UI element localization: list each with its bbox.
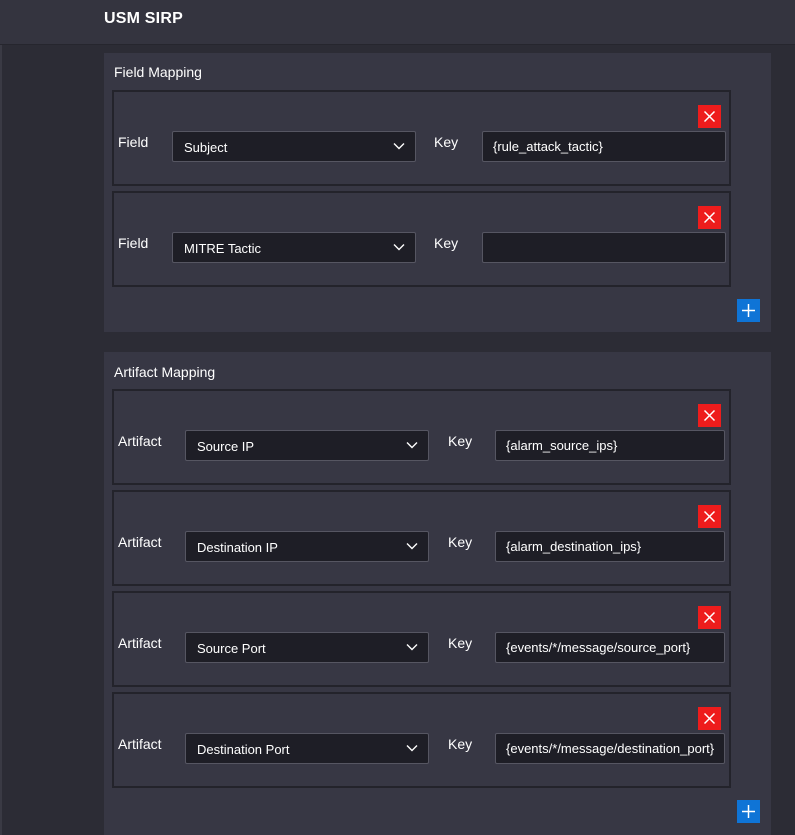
artifact-select[interactable]: Destination Port [185,733,429,764]
key-input[interactable] [495,733,725,764]
delete-row-button[interactable] [698,404,721,427]
close-icon [703,409,716,422]
section-title: Field Mapping [114,64,202,80]
artifact-label: Artifact [118,635,162,651]
key-input[interactable] [482,232,726,263]
field-mapping-row: Field MITRE Tactic Key [112,191,731,287]
artifact-select[interactable]: Source IP [185,430,429,461]
artifact-select-value: Destination IP [197,540,278,555]
add-field-button[interactable] [737,299,760,322]
key-label: Key [434,134,459,150]
header-bar: USM SIRP [0,0,795,45]
key-label: Key [448,534,473,550]
delete-row-button[interactable] [698,206,721,229]
key-label: Key [448,635,473,651]
key-input[interactable] [495,531,725,562]
artifact-select-value: Destination Port [197,742,290,757]
key-label: Key [448,433,473,449]
close-icon [703,110,716,123]
delete-row-button[interactable] [698,707,721,730]
delete-row-button[interactable] [698,505,721,528]
artifact-mapping-row: Artifact Source Port Key [112,591,731,687]
field-select-value: MITRE Tactic [184,241,262,256]
section-title: Artifact Mapping [114,364,216,380]
delete-row-button[interactable] [698,105,721,128]
close-icon [703,611,716,624]
artifact-mapping-section: Artifact Mapping Artifact Source IP Key … [104,352,771,835]
left-edge [0,0,2,835]
artifact-select[interactable]: Destination IP [185,531,429,562]
chevron-down-icon [406,644,418,651]
field-select[interactable]: Subject [172,131,416,162]
artifact-mapping-row: Artifact Destination IP Key [112,490,731,586]
chevron-down-icon [393,143,405,150]
key-input[interactable] [495,632,725,663]
field-select[interactable]: MITRE Tactic [172,232,416,263]
chevron-down-icon [393,244,405,251]
key-label: Key [448,736,473,752]
delete-row-button[interactable] [698,606,721,629]
field-select-value: Subject [184,140,228,155]
close-icon [703,211,716,224]
field-label: Field [118,235,149,251]
plus-icon [742,805,755,818]
field-label: Field [118,134,149,150]
artifact-mapping-row: Artifact Destination Port Key [112,692,731,788]
artifact-label: Artifact [118,433,162,449]
key-input[interactable] [495,430,725,461]
key-label: Key [434,235,459,251]
artifact-label: Artifact [118,736,162,752]
close-icon [703,712,716,725]
artifact-select[interactable]: Source Port [185,632,429,663]
artifact-mapping-row: Artifact Source IP Key [112,389,731,485]
add-artifact-button[interactable] [737,800,760,823]
close-icon [703,510,716,523]
chevron-down-icon [406,442,418,449]
app-title: USM SIRP [104,10,183,27]
artifact-select-value: Source IP [197,439,255,454]
chevron-down-icon [406,745,418,752]
key-input[interactable] [482,131,726,162]
field-mapping-section: Field Mapping Field Subject Key Field MI… [104,53,771,332]
artifact-select-value: Source Port [197,641,266,656]
artifact-label: Artifact [118,534,162,550]
chevron-down-icon [406,543,418,550]
plus-icon [742,304,755,317]
field-mapping-row: Field Subject Key [112,90,731,186]
